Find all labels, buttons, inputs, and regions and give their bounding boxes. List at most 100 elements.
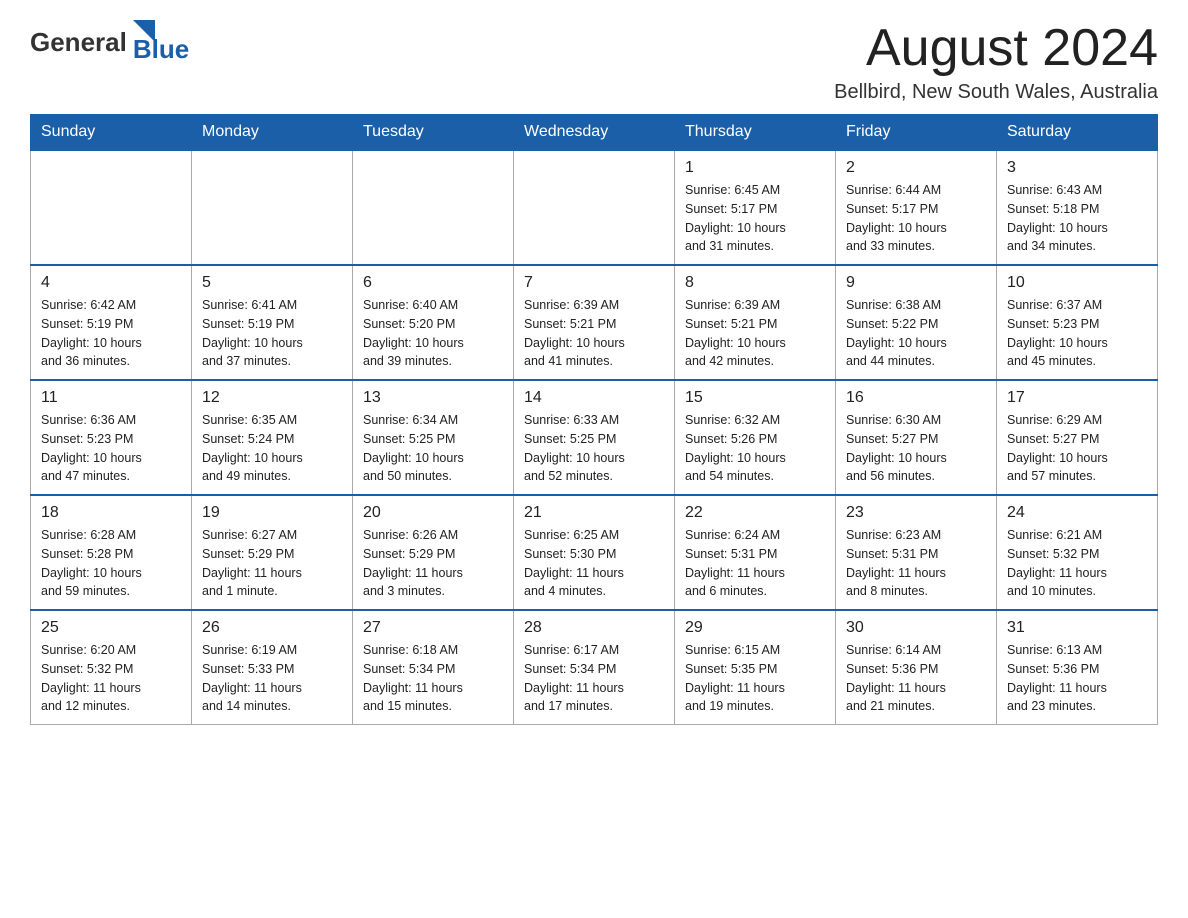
day-info: Sunrise: 6:17 AM Sunset: 5:34 PM Dayligh…: [524, 641, 664, 716]
calendar-cell: 1Sunrise: 6:45 AM Sunset: 5:17 PM Daylig…: [675, 150, 836, 265]
calendar-cell: 9Sunrise: 6:38 AM Sunset: 5:22 PM Daylig…: [836, 265, 997, 380]
page-header: General Blue August 2024 Bellbird, New S…: [30, 20, 1158, 104]
day-number: 24: [1007, 504, 1147, 522]
day-info: Sunrise: 6:30 AM Sunset: 5:27 PM Dayligh…: [846, 411, 986, 486]
calendar-cell: 19Sunrise: 6:27 AM Sunset: 5:29 PM Dayli…: [192, 495, 353, 610]
day-info: Sunrise: 6:39 AM Sunset: 5:21 PM Dayligh…: [685, 296, 825, 371]
calendar-cell: 7 Sunrise: 6:39 AM Sunset: 5:21 PM Daylig…: [514, 265, 675, 380]
calendar-cell: 12 Sunrise: 6:35 AM Sunset: 5:24 PM Dayli…: [192, 380, 353, 495]
calendar-cell: 21Sunrise: 6:25 AM Sunset: 5:30 PM Dayli…: [514, 495, 675, 610]
week-row-1: 1Sunrise: 6:45 AM Sunset: 5:17 PM Daylig…: [31, 150, 1158, 265]
day-info: Sunrise: 6:39 AM Sunset: 5:21 PM Dayligh…: [524, 296, 664, 371]
calendar-cell: 10 Sunrise: 6:37 AM Sunset: 5:23 PM Dayli…: [997, 265, 1158, 380]
day-number: 5: [202, 274, 342, 292]
weekday-header-row: SundayMondayTuesdayWednesdayThursdayFrid…: [31, 115, 1158, 151]
day-info: Sunrise: 6:15 AM Sunset: 5:35 PM Dayligh…: [685, 641, 825, 716]
day-number: 20: [363, 504, 503, 522]
day-number: 26: [202, 619, 342, 637]
weekday-header-monday: Monday: [192, 115, 353, 151]
day-info: Sunrise: 6:34 AM Sunset: 5:25 PM Dayligh…: [363, 411, 503, 486]
calendar-cell: [192, 150, 353, 265]
calendar-cell: [514, 150, 675, 265]
day-number: 2: [846, 159, 986, 177]
day-info: Sunrise: 6:43 AM Sunset: 5:18 PM Dayligh…: [1007, 181, 1147, 256]
day-number: 9: [846, 274, 986, 292]
calendar-cell: 17Sunrise: 6:29 AM Sunset: 5:27 PM Dayli…: [997, 380, 1158, 495]
weekday-header-thursday: Thursday: [675, 115, 836, 151]
weekday-header-saturday: Saturday: [997, 115, 1158, 151]
month-title: August 2024: [834, 20, 1158, 77]
calendar-cell: 30 Sunrise: 6:14 AM Sunset: 5:36 PM Dayli…: [836, 610, 997, 725]
day-info: Sunrise: 6:41 AM Sunset: 5:19 PM Dayligh…: [202, 296, 342, 371]
day-info: Sunrise: 6:42 AM Sunset: 5:19 PM Dayligh…: [41, 296, 181, 371]
day-number: 29: [685, 619, 825, 637]
day-number: 25: [41, 619, 181, 637]
day-number: 7: [524, 274, 664, 292]
calendar-cell: 25 Sunrise: 6:20 AM Sunset: 5:32 PM Dayli…: [31, 610, 192, 725]
calendar-cell: 28 Sunrise: 6:17 AM Sunset: 5:34 PM Dayli…: [514, 610, 675, 725]
day-number: 12: [202, 389, 342, 407]
week-row-4: 18 Sunrise: 6:28 AM Sunset: 5:28 PM Dayli…: [31, 495, 1158, 610]
day-info: Sunrise: 6:14 AM Sunset: 5:36 PM Dayligh…: [846, 641, 986, 716]
calendar-cell: 27Sunrise: 6:18 AM Sunset: 5:34 PM Dayli…: [353, 610, 514, 725]
day-info: Sunrise: 6:33 AM Sunset: 5:25 PM Dayligh…: [524, 411, 664, 486]
weekday-header-wednesday: Wednesday: [514, 115, 675, 151]
day-info: Sunrise: 6:24 AM Sunset: 5:31 PM Dayligh…: [685, 526, 825, 601]
day-number: 17: [1007, 389, 1147, 407]
day-number: 30: [846, 619, 986, 637]
day-number: 6: [363, 274, 503, 292]
day-number: 16: [846, 389, 986, 407]
day-info: Sunrise: 6:28 AM Sunset: 5:28 PM Dayligh…: [41, 526, 181, 601]
day-info: Sunrise: 6:44 AM Sunset: 5:17 PM Dayligh…: [846, 181, 986, 256]
calendar-cell: 14 Sunrise: 6:33 AM Sunset: 5:25 PM Dayli…: [514, 380, 675, 495]
calendar-cell: 3Sunrise: 6:43 AM Sunset: 5:18 PM Daylig…: [997, 150, 1158, 265]
calendar-cell: 26 Sunrise: 6:19 AM Sunset: 5:33 PM Dayli…: [192, 610, 353, 725]
calendar-cell: 23Sunrise: 6:23 AM Sunset: 5:31 PM Dayli…: [836, 495, 997, 610]
day-info: Sunrise: 6:37 AM Sunset: 5:23 PM Dayligh…: [1007, 296, 1147, 371]
day-number: 4: [41, 274, 181, 292]
day-info: Sunrise: 6:19 AM Sunset: 5:33 PM Dayligh…: [202, 641, 342, 716]
day-info: Sunrise: 6:35 AM Sunset: 5:24 PM Dayligh…: [202, 411, 342, 486]
calendar-cell: 15 Sunrise: 6:32 AM Sunset: 5:26 PM Dayli…: [675, 380, 836, 495]
day-info: Sunrise: 6:20 AM Sunset: 5:32 PM Dayligh…: [41, 641, 181, 716]
day-info: Sunrise: 6:25 AM Sunset: 5:30 PM Dayligh…: [524, 526, 664, 601]
calendar-cell: 29 Sunrise: 6:15 AM Sunset: 5:35 PM Dayli…: [675, 610, 836, 725]
day-number: 19: [202, 504, 342, 522]
calendar-cell: 8 Sunrise: 6:39 AM Sunset: 5:21 PM Daylig…: [675, 265, 836, 380]
logo-general-text: General: [30, 27, 127, 58]
day-number: 27: [363, 619, 503, 637]
day-info: Sunrise: 6:45 AM Sunset: 5:17 PM Dayligh…: [685, 181, 825, 256]
day-number: 15: [685, 389, 825, 407]
day-info: Sunrise: 6:32 AM Sunset: 5:26 PM Dayligh…: [685, 411, 825, 486]
location-subtitle: Bellbird, New South Wales, Australia: [834, 81, 1158, 104]
calendar-cell: 20 Sunrise: 6:26 AM Sunset: 5:29 PM Dayli…: [353, 495, 514, 610]
day-info: Sunrise: 6:26 AM Sunset: 5:29 PM Dayligh…: [363, 526, 503, 601]
day-number: 10: [1007, 274, 1147, 292]
logo: General Blue: [30, 20, 189, 65]
weekday-header-sunday: Sunday: [31, 115, 192, 151]
day-number: 31: [1007, 619, 1147, 637]
week-row-5: 25 Sunrise: 6:20 AM Sunset: 5:32 PM Dayli…: [31, 610, 1158, 725]
day-number: 28: [524, 619, 664, 637]
calendar-cell: 5 Sunrise: 6:41 AM Sunset: 5:19 PM Daylig…: [192, 265, 353, 380]
title-area: August 2024 Bellbird, New South Wales, A…: [834, 20, 1158, 104]
day-number: 8: [685, 274, 825, 292]
weekday-header-tuesday: Tuesday: [353, 115, 514, 151]
calendar-cell: 24Sunrise: 6:21 AM Sunset: 5:32 PM Dayli…: [997, 495, 1158, 610]
day-info: Sunrise: 6:23 AM Sunset: 5:31 PM Dayligh…: [846, 526, 986, 601]
day-number: 18: [41, 504, 181, 522]
calendar-cell: 11Sunrise: 6:36 AM Sunset: 5:23 PM Dayli…: [31, 380, 192, 495]
day-number: 14: [524, 389, 664, 407]
calendar-cell: 4 Sunrise: 6:42 AM Sunset: 5:19 PM Daylig…: [31, 265, 192, 380]
calendar-cell: [31, 150, 192, 265]
calendar-cell: 22 Sunrise: 6:24 AM Sunset: 5:31 PM Dayli…: [675, 495, 836, 610]
day-number: 22: [685, 504, 825, 522]
day-info: Sunrise: 6:40 AM Sunset: 5:20 PM Dayligh…: [363, 296, 503, 371]
day-number: 13: [363, 389, 503, 407]
calendar-cell: 16 Sunrise: 6:30 AM Sunset: 5:27 PM Dayli…: [836, 380, 997, 495]
day-number: 11: [41, 389, 181, 407]
weekday-header-friday: Friday: [836, 115, 997, 151]
calendar-cell: 13 Sunrise: 6:34 AM Sunset: 5:25 PM Dayli…: [353, 380, 514, 495]
day-info: Sunrise: 6:13 AM Sunset: 5:36 PM Dayligh…: [1007, 641, 1147, 716]
calendar-cell: 18 Sunrise: 6:28 AM Sunset: 5:28 PM Dayli…: [31, 495, 192, 610]
